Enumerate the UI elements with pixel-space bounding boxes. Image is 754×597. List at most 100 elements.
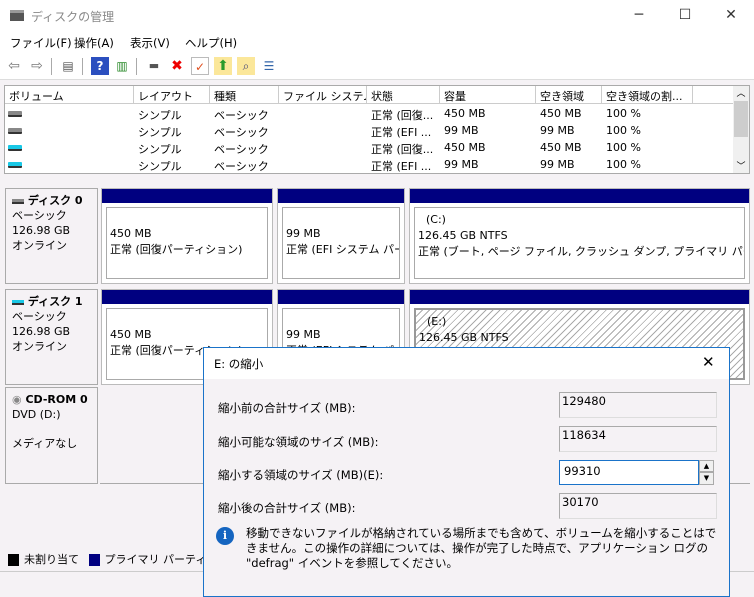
cell-type: ベーシック <box>214 109 269 122</box>
cell-status: 正常 (回復... <box>371 109 434 122</box>
delete-icon[interactable]: ✖ <box>168 57 186 75</box>
cell-pct: 100 % <box>606 107 641 120</box>
partition-drive-letter: (E:) <box>427 315 447 328</box>
cdrom-state: メディアなし <box>12 437 78 450</box>
column-header-blank <box>693 86 735 104</box>
total-before-field: 129480 <box>559 392 717 418</box>
cell-capacity: 450 MB <box>444 141 486 154</box>
title-bar: ディスクの管理 ─ ☐ ✕ <box>0 0 754 32</box>
spin-up-button[interactable]: ▲ <box>699 460 714 472</box>
cell-type: ベーシック <box>214 126 269 139</box>
cell-status: 正常 (EFI ... <box>371 126 432 139</box>
cell-free: 99 MB <box>540 124 575 137</box>
partition-bar <box>410 290 749 304</box>
partition-bar <box>278 189 404 203</box>
back-icon[interactable]: ⇦ <box>5 57 23 75</box>
volume-list: ボリューム レイアウト 種類 ファイル システム 状態 容量 空き領域 空き領域… <box>4 85 750 174</box>
column-header-layout[interactable]: レイアウト <box>134 86 210 104</box>
disk-icon <box>12 198 24 204</box>
folder-search-icon[interactable]: ⌕ <box>237 57 255 75</box>
dialog-close-button[interactable]: ✕ <box>702 353 715 371</box>
partition-bar <box>410 189 749 203</box>
column-header-capacity[interactable]: 容量 <box>440 86 536 104</box>
minimize-button[interactable]: ─ <box>616 0 662 32</box>
column-header-free[interactable]: 空き領域 <box>536 86 602 104</box>
scroll-thumb[interactable] <box>734 101 748 137</box>
column-header-free-percent[interactable]: 空き領域の割... <box>602 86 693 104</box>
folder-up-icon[interactable]: ⬆ <box>214 57 232 75</box>
table-row[interactable]: シンプル ベーシック 正常 (EFI ... 99 MB 99 MB 100 % <box>5 156 733 173</box>
partition-status: 正常 (ブート, ページ ファイル, クラッシュ ダンプ, プライマリ パーティ… <box>418 245 744 258</box>
volume-drive-icon <box>8 111 22 117</box>
partition-status: 正常 (回復パーティション) <box>110 243 243 256</box>
column-header-filesystem[interactable]: ファイル システム <box>279 86 367 104</box>
available-field: 118634 <box>559 426 717 452</box>
dialog-title-bar: E: の縮小 ✕ <box>204 348 729 379</box>
table-row[interactable]: シンプル ベーシック 正常 (回復... 450 MB 450 MB 100 % <box>5 105 733 122</box>
cell-pct: 100 % <box>606 158 641 171</box>
total-after-label: 縮小後の合計サイズ (MB): <box>218 501 356 515</box>
legend-unallocated: 未割り当て <box>24 553 79 566</box>
table-row[interactable]: シンプル ベーシック 正常 (EFI ... 99 MB 99 MB 100 % <box>5 122 733 139</box>
properties-list-icon[interactable]: ☰ <box>260 57 278 75</box>
toolbar: ⇦ ⇨ ▤ ? ▥ ▬ ✖ ✓ ⬆ ⌕ ☰ <box>0 53 754 80</box>
disk-kind: ベーシック <box>12 209 67 222</box>
check-icon[interactable]: ✓ <box>191 57 209 75</box>
column-header-status[interactable]: 状態 <box>367 86 440 104</box>
cell-layout: シンプル <box>138 143 182 156</box>
shrink-size-label: 縮小する領域のサイズ (MB)(E): <box>218 468 384 482</box>
volume-drive-icon <box>8 162 22 168</box>
cell-type: ベーシック <box>214 160 269 173</box>
disk-size: 126.98 GB <box>12 224 71 237</box>
cdrom-label[interactable]: ◉ CD-ROM 0 DVD (D:) メディアなし <box>5 387 98 484</box>
scroll-down-icon[interactable]: ﹀ <box>733 159 749 173</box>
disk-label[interactable]: ディスク 1 ベーシック 126.98 GB オンライン <box>5 289 98 385</box>
column-header-type[interactable]: 種類 <box>210 86 279 104</box>
cell-layout: シンプル <box>138 126 182 139</box>
scroll-up-icon[interactable]: ︿ <box>733 86 749 100</box>
volume-drive-icon <box>8 145 22 151</box>
forward-icon[interactable]: ⇨ <box>28 57 46 75</box>
disk-name: ディスク 0 <box>27 194 83 207</box>
cdrom-icon: ◉ <box>12 393 22 406</box>
menu-file[interactable]: ファイル(F) <box>10 35 72 51</box>
toolbar-separator <box>82 58 83 75</box>
cell-capacity: 99 MB <box>444 158 479 171</box>
disk-size: 126.98 GB <box>12 325 71 338</box>
disk-name: ディスク 1 <box>27 295 83 308</box>
menu-view[interactable]: 表示(V) <box>130 35 170 51</box>
partition[interactable]: 99 MB 正常 (EFI システム パーティション) <box>277 188 405 284</box>
connect-disk-icon[interactable]: ▬ <box>145 57 163 75</box>
maximize-button[interactable]: ☐ <box>662 0 708 32</box>
menu-action[interactable]: 操作(A) <box>74 35 114 51</box>
help-icon[interactable]: ? <box>91 57 109 75</box>
list-scrollbar[interactable]: ︿ ﹀ <box>733 86 749 173</box>
close-button[interactable]: ✕ <box>708 0 754 32</box>
cell-free: 450 MB <box>540 141 582 154</box>
shrink-size-input[interactable]: 99310 <box>559 460 699 485</box>
partition-size: 450 MB <box>110 328 152 341</box>
partition-size: 450 MB <box>110 227 152 240</box>
disk-label[interactable]: ディスク 0 ベーシック 126.98 GB オンライン <box>5 188 98 284</box>
table-row[interactable]: シンプル ベーシック 正常 (回復... 450 MB 450 MB 100 % <box>5 139 733 156</box>
partition-size: 126.45 GB NTFS <box>419 331 509 344</box>
cell-pct: 100 % <box>606 124 641 137</box>
menu-help[interactable]: ヘルプ(H) <box>185 35 237 51</box>
disk-state: オンライン <box>12 239 67 252</box>
console-tree-icon[interactable]: ▤ <box>59 57 77 75</box>
partition-bar <box>102 290 272 304</box>
partition[interactable]: 450 MB 正常 (回復パーティション) <box>101 188 273 284</box>
cell-free: 450 MB <box>540 107 582 120</box>
cell-layout: シンプル <box>138 109 182 122</box>
cell-type: ベーシック <box>214 143 269 156</box>
cdrom-name: CD-ROM 0 <box>25 393 88 406</box>
menu-bar: ファイル(F) 操作(A) 表示(V) ヘルプ(H) <box>0 32 754 53</box>
spin-down-button[interactable]: ▼ <box>699 472 714 485</box>
column-header-volume[interactable]: ボリューム <box>5 86 134 104</box>
action-pane-icon[interactable]: ▥ <box>113 57 131 75</box>
cell-capacity: 99 MB <box>444 124 479 137</box>
partition-drive-letter: (C:) <box>426 213 446 226</box>
disk-kind: ベーシック <box>12 310 67 323</box>
toolbar-separator <box>51 58 52 75</box>
partition[interactable]: (C:) 126.45 GB NTFS 正常 (ブート, ページ ファイル, ク… <box>409 188 750 284</box>
